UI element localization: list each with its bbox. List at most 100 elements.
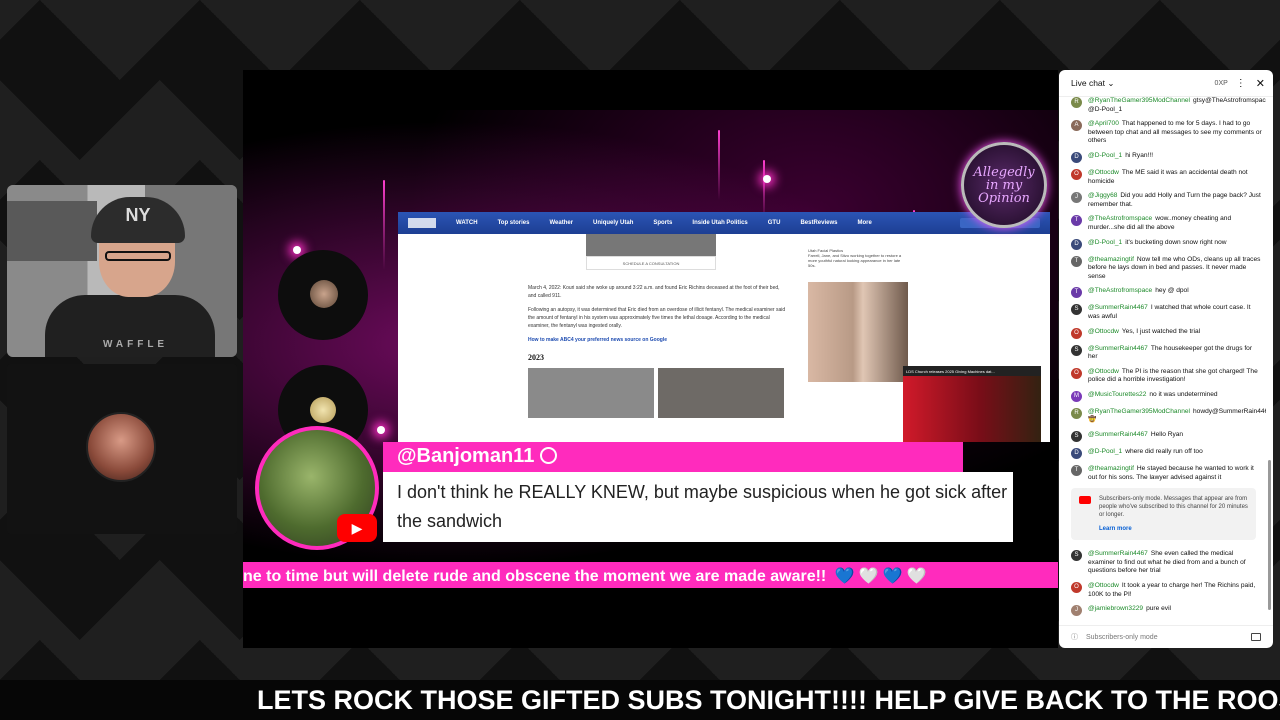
chat-message[interactable]: T @TheAstrofromspace hey @ dpol bbox=[1071, 287, 1262, 299]
chat-message[interactable]: M @MusicTourettes22 no it was undetermined bbox=[1071, 390, 1262, 402]
consultation-button[interactable]: SCHEDULE A CONSULTATION bbox=[586, 256, 716, 270]
nav-item[interactable]: Top stories bbox=[498, 220, 530, 226]
ad-image[interactable] bbox=[808, 282, 908, 382]
chat-message[interactable]: R @RyanTheGamer395ModChannel howdy@SummerR… bbox=[1071, 407, 1266, 425]
chat-username[interactable]: @TheAstrofromspace bbox=[1088, 215, 1152, 222]
nav-item[interactable]: Inside Utah Politics bbox=[692, 220, 747, 226]
chat-text: Yes, I just watched the trial bbox=[1121, 327, 1201, 335]
chat-avatar[interactable]: O bbox=[1071, 168, 1082, 180]
thumbnail-image[interactable] bbox=[528, 368, 654, 418]
chat-message[interactable]: O @Ottocdw The ME said it was an accidenta… bbox=[1071, 168, 1262, 186]
xp-counter[interactable]: 0XP bbox=[1215, 80, 1228, 87]
chat-avatar[interactable]: S bbox=[1071, 304, 1082, 316]
chat-title[interactable]: Live chat bbox=[1071, 78, 1105, 88]
chat-username[interactable]: @RyanTheGamer395ModChannel bbox=[1088, 97, 1190, 104]
article-body: SCHEDULE A CONSULTATION March 4, 2022: K… bbox=[528, 234, 788, 418]
send-money-icon[interactable] bbox=[1251, 633, 1261, 641]
chat-username[interactable]: @Ottocdw bbox=[1088, 582, 1119, 589]
bottom-banner: LETS ROCK THOSE GIFTED SUBS TONIGHT!!!! … bbox=[0, 680, 1280, 720]
chat-message[interactable]: S @SummerRain4467 She even called the medi… bbox=[1071, 550, 1262, 576]
chat-message[interactable]: O @Ottocdw The PI is the reason that she g… bbox=[1071, 367, 1262, 385]
shared-browser-window: WATCH Top stories Weather Uniquely Utah … bbox=[398, 212, 1050, 442]
chat-avatar[interactable]: O bbox=[1071, 582, 1082, 594]
chat-message[interactable]: R @RyanTheGamer395ModChannel gtsy@TheAstro… bbox=[1071, 97, 1266, 114]
chevron-down-icon[interactable]: ⌄ bbox=[1105, 78, 1114, 89]
chat-message[interactable]: S @SummerRain4467 Hello Ryan bbox=[1071, 431, 1262, 443]
chat-message[interactable]: J @Jiggy68 Did you add Holly and Turn the … bbox=[1071, 192, 1262, 209]
chat-message[interactable]: S @SummerRain4467 I watched that whole cou… bbox=[1071, 304, 1262, 321]
chat-username[interactable]: @SummerRain4467 bbox=[1088, 431, 1148, 438]
chat-avatar[interactable]: S bbox=[1071, 344, 1082, 356]
chat-avatar[interactable]: T bbox=[1071, 255, 1082, 267]
nav-item[interactable]: More bbox=[857, 220, 871, 226]
close-icon[interactable]: ✕ bbox=[1256, 77, 1265, 90]
learn-more-link[interactable]: Learn more bbox=[1099, 525, 1248, 533]
chat-avatar[interactable]: R bbox=[1071, 407, 1082, 419]
info-icon[interactable]: ⓘ bbox=[1071, 632, 1078, 642]
more-options-icon[interactable]: ⋮ bbox=[1236, 78, 1246, 89]
commenter-name: @Banjoman11 bbox=[383, 442, 963, 472]
chat-message[interactable]: D @D-Pool_1 hi Ryan!!! bbox=[1071, 151, 1262, 163]
chat-username[interactable]: @D-Pool_1 bbox=[1088, 448, 1122, 455]
chat-username[interactable]: @TheAstrofromspace bbox=[1088, 287, 1152, 294]
chat-avatar[interactable]: R bbox=[1071, 97, 1082, 108]
nav-item[interactable]: Sports bbox=[653, 220, 672, 226]
chat-username[interactable]: @D-Pool_1 bbox=[1088, 239, 1122, 246]
nav-item[interactable]: WATCH bbox=[456, 220, 478, 226]
chat-avatar[interactable]: T bbox=[1071, 465, 1082, 477]
chat-avatar[interactable]: T bbox=[1071, 215, 1082, 227]
chat-avatar[interactable]: D bbox=[1071, 448, 1082, 460]
article-link[interactable]: How to make ABC4 your preferred news sou… bbox=[528, 336, 788, 344]
notice-text: Subscribers-only mode. Messages that app… bbox=[1099, 496, 1248, 519]
chat-message[interactable]: A @April700 That happened to me for 5 days… bbox=[1071, 120, 1262, 146]
chat-avatar[interactable]: S bbox=[1071, 550, 1082, 562]
nav-item[interactable]: Weather bbox=[549, 220, 573, 226]
chat-message[interactable]: D @D-Pool_1 it's bucketing down snow right… bbox=[1071, 238, 1262, 250]
chat-username[interactable]: @theamazingtif bbox=[1088, 465, 1134, 472]
chat-message[interactable]: T @theamazingtif Now tell me who ODs, clea… bbox=[1071, 255, 1262, 282]
chat-username[interactable]: @Ottocdw bbox=[1088, 169, 1119, 176]
light-dot bbox=[763, 175, 771, 183]
chat-avatar[interactable]: O bbox=[1071, 327, 1082, 339]
nav-item[interactable]: GTU bbox=[768, 220, 781, 226]
thumbnail-image[interactable] bbox=[658, 368, 784, 418]
scrolling-ticker: ne to time but will delete rude and obsc… bbox=[243, 562, 1058, 588]
light-dot bbox=[293, 246, 301, 254]
chat-username[interactable]: @RyanTheGamer395ModChannel bbox=[1088, 408, 1190, 415]
chat-username[interactable]: @Ottocdw bbox=[1088, 328, 1119, 335]
chat-avatar[interactable]: D bbox=[1071, 151, 1082, 163]
chat-username[interactable]: @jamiebrown3229 bbox=[1088, 605, 1143, 612]
chat-message[interactable]: D @D-Pool_1 where did really run off too bbox=[1071, 448, 1262, 460]
chat-message[interactable]: J @jamiebrown3229 pure evil bbox=[1071, 605, 1262, 617]
chat-username[interactable]: @SummerRain4467 bbox=[1088, 304, 1148, 311]
chat-message[interactable]: S @SummerRain4467 The housekeeper got the … bbox=[1071, 344, 1262, 362]
chat-avatar[interactable]: M bbox=[1071, 390, 1082, 402]
chat-message[interactable]: O @Ottocdw Yes, I just watched the trial bbox=[1071, 327, 1262, 339]
chat-message[interactable]: O @Ottocdw It took a year to charge her! T… bbox=[1071, 582, 1262, 599]
chat-avatar[interactable]: J bbox=[1071, 192, 1082, 204]
chat-text: no it was undetermined bbox=[1149, 390, 1218, 398]
chat-username[interactable]: @SummerRain4467 bbox=[1088, 550, 1148, 557]
chat-avatar[interactable]: D bbox=[1071, 238, 1082, 250]
chat-avatar[interactable]: A bbox=[1071, 120, 1082, 132]
chat-username[interactable]: @theamazingtif bbox=[1088, 256, 1134, 263]
chat-avatar[interactable]: T bbox=[1071, 287, 1082, 299]
chat-message[interactable]: T @TheAstrofromspace wow..money cheating a… bbox=[1071, 215, 1262, 232]
site-logo[interactable] bbox=[408, 218, 436, 228]
chat-username[interactable]: @April700 bbox=[1088, 120, 1119, 127]
chat-avatar[interactable]: S bbox=[1071, 431, 1082, 443]
chat-scrollbar[interactable] bbox=[1268, 460, 1271, 610]
chat-username[interactable]: @Ottocdw bbox=[1088, 368, 1119, 375]
chat-message[interactable]: T @theamazingtif He stayed because he want… bbox=[1071, 465, 1262, 482]
chat-header: Live chat ⌄ 0XP ⋮ ✕ bbox=[1059, 70, 1273, 97]
heart-icon: 💙 bbox=[882, 568, 903, 585]
chat-avatar[interactable]: J bbox=[1071, 605, 1082, 617]
chat-username[interactable]: @Jiggy68 bbox=[1088, 192, 1117, 199]
chat-username[interactable]: @SummerRain4467 bbox=[1088, 345, 1148, 352]
chat-messages[interactable]: R @RyanTheGamer395ModChannel gtsy@TheAstro… bbox=[1059, 97, 1266, 625]
chat-username[interactable]: @D-Pool_1 bbox=[1088, 152, 1122, 159]
nav-item[interactable]: Uniquely Utah bbox=[593, 220, 633, 226]
chat-avatar[interactable]: O bbox=[1071, 367, 1082, 379]
nav-item[interactable]: BestReviews bbox=[800, 220, 837, 226]
chat-username[interactable]: @MusicTourettes22 bbox=[1088, 391, 1146, 398]
